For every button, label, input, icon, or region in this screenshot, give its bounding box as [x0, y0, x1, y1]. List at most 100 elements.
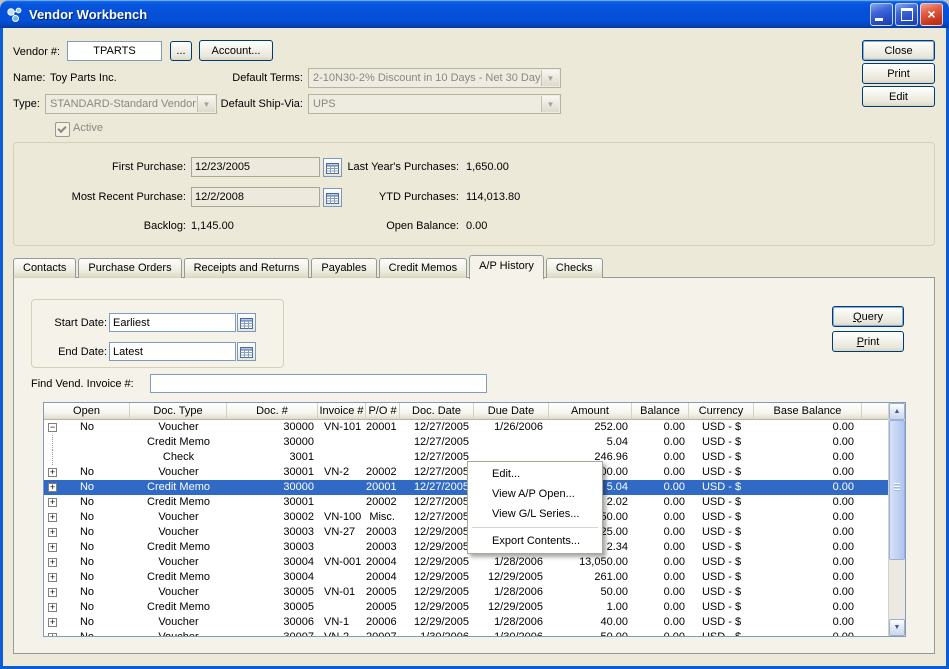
menu-item-edit[interactable]: Edit... — [470, 464, 600, 484]
cell-doc_num: 30004 — [227, 570, 318, 585]
column-header-base_balance[interactable]: Base Balance — [754, 403, 862, 420]
maximize-button[interactable] — [895, 3, 918, 26]
print-tab-button[interactable]: Print — [832, 331, 904, 352]
close-window-button[interactable]: × — [920, 3, 943, 26]
cell-balance: 0.00 — [632, 495, 689, 510]
table-row[interactable]: +NoVoucher30007VN-2200071/30/20061/30/20… — [44, 630, 890, 637]
vendor-workbench-window: Vendor Workbench × Vendor #: ... Account… — [0, 0, 949, 669]
find-invoice-label: Find Vend. Invoice #: — [31, 378, 134, 390]
cell-open-text: No — [80, 496, 94, 508]
last-year-purchases-value: 1,650.00 — [466, 161, 509, 173]
menu-item-export-contents[interactable]: Export Contents... — [470, 531, 600, 551]
print-button[interactable]: Print — [862, 63, 935, 84]
table-row[interactable]: +NoCredit Memo300052000512/29/200512/29/… — [44, 600, 890, 615]
table-row[interactable]: −NoVoucher30000VN-1012000112/27/20051/26… — [44, 420, 890, 435]
collapse-icon[interactable]: − — [48, 423, 57, 432]
cell-balance: 0.00 — [632, 540, 689, 555]
expand-icon[interactable]: + — [48, 558, 57, 567]
menu-item-view-a-p-open[interactable]: View A/P Open... — [470, 484, 600, 504]
cell-po_num: 20004 — [366, 555, 400, 570]
vendor-lookup-button[interactable]: ... — [170, 41, 192, 61]
tab-purchase-orders[interactable]: Purchase Orders — [78, 258, 181, 278]
column-header-open[interactable]: Open — [44, 403, 130, 420]
account-button[interactable]: Account... — [199, 40, 273, 61]
cell-po_num: 20006 — [366, 615, 400, 630]
expand-icon[interactable]: + — [48, 543, 57, 552]
expand-icon[interactable]: + — [48, 618, 57, 627]
tab-a-p-history[interactable]: A/P History — [469, 255, 544, 279]
column-header-balance[interactable]: Balance — [632, 403, 689, 420]
column-header-amount[interactable]: Amount — [549, 403, 632, 420]
vendor-number-input[interactable] — [67, 41, 162, 61]
cell-balance: 0.00 — [632, 435, 689, 450]
expand-icon[interactable]: + — [48, 588, 57, 597]
expand-icon[interactable]: + — [48, 468, 57, 477]
table-row[interactable]: +NoCredit Memo300042000412/29/200512/29/… — [44, 570, 890, 585]
start-date-input[interactable] — [109, 313, 236, 332]
menu-item-view-g-l-series[interactable]: View G/L Series... — [470, 504, 600, 524]
cell-open: +No — [44, 525, 130, 540]
calendar-icon[interactable] — [237, 342, 256, 361]
cell-doc_date: 12/29/2005 — [400, 615, 474, 630]
cell-doc_type: Voucher — [130, 420, 227, 435]
tab-receipts-and-returns[interactable]: Receipts and Returns — [184, 258, 310, 278]
cell-doc_num: 30000 — [227, 480, 318, 495]
vendor-number-label: Vendor #: — [13, 46, 60, 58]
scrollbar-thumb[interactable] — [889, 420, 905, 560]
expand-icon[interactable]: + — [48, 528, 57, 537]
cell-balance: 0.00 — [632, 600, 689, 615]
table-row[interactable]: Credit Memo3000012/27/20055.040.00USD - … — [44, 435, 890, 450]
table-row[interactable]: +NoVoucher30005VN-012000512/29/20051/28/… — [44, 585, 890, 600]
expand-icon[interactable]: + — [48, 603, 57, 612]
expand-icon[interactable]: + — [48, 633, 57, 637]
scroll-down-button[interactable]: ▼ — [889, 619, 905, 636]
column-header-invoice_num[interactable]: Invoice # — [318, 403, 366, 420]
find-invoice-input[interactable] — [150, 374, 487, 393]
most-recent-purchase-label: Most Recent Purchase: — [24, 191, 186, 203]
table-row[interactable]: +NoVoucher30006VN-12000612/29/20051/28/2… — [44, 615, 890, 630]
cell-doc_num: 30002 — [227, 510, 318, 525]
tab-checks[interactable]: Checks — [546, 258, 603, 278]
table-row[interactable]: +NoVoucher30004VN-0012000412/29/20051/28… — [44, 555, 890, 570]
query-button[interactable]: Query — [832, 306, 904, 327]
scroll-up-button[interactable]: ▲ — [889, 403, 905, 420]
column-header-doc_type[interactable]: Doc. Type — [130, 403, 227, 420]
column-header-filler — [862, 403, 890, 420]
title-bar[interactable]: Vendor Workbench × — [0, 0, 949, 28]
column-header-currency[interactable]: Currency — [689, 403, 754, 420]
cell-open: + No — [44, 555, 130, 570]
cell-invoice_num — [318, 450, 366, 465]
tab-payables[interactable]: Payables — [311, 258, 376, 278]
cell-open-text: No — [80, 556, 94, 568]
tab-credit-memos[interactable]: Credit Memos — [379, 258, 467, 278]
vertical-scrollbar[interactable]: ▲ ▼ — [888, 403, 905, 636]
cell-open — [44, 435, 130, 450]
table-header-row: OpenDoc. TypeDoc. #Invoice #P/O #Doc. Da… — [44, 403, 890, 420]
cell-doc_type: Credit Memo — [130, 480, 227, 495]
edit-button[interactable]: Edit — [862, 86, 935, 107]
tab-contacts[interactable]: Contacts — [13, 258, 76, 278]
cell-doc_date: 12/29/2005 — [400, 585, 474, 600]
column-header-doc_date[interactable]: Doc. Date — [400, 403, 474, 420]
column-header-due_date[interactable]: Due Date — [474, 403, 549, 420]
cell-currency: USD - $ — [689, 540, 754, 555]
cell-invoice_num — [318, 480, 366, 495]
expand-icon[interactable]: + — [48, 513, 57, 522]
minimize-button[interactable] — [870, 3, 893, 26]
cell-doc_type: Voucher — [130, 555, 227, 570]
cell-amount: 40.00 — [549, 615, 632, 630]
minimize-icon — [875, 18, 883, 21]
expand-icon[interactable]: + — [48, 573, 57, 582]
cell-doc_date: 12/29/2005 — [400, 600, 474, 615]
column-header-po_num[interactable]: P/O # — [366, 403, 400, 420]
tree-line — [52, 450, 53, 465]
expand-icon[interactable]: + — [48, 483, 57, 492]
expand-icon[interactable]: + — [48, 498, 57, 507]
end-date-input[interactable] — [109, 342, 236, 361]
column-header-doc_num[interactable]: Doc. # — [227, 403, 318, 420]
cell-base_balance: 0.00 — [754, 435, 862, 450]
cell-po_num: 20001 — [366, 420, 400, 435]
calendar-icon[interactable] — [237, 313, 256, 332]
cell-open: +No — [44, 585, 130, 600]
close-button[interactable]: Close — [862, 40, 935, 61]
